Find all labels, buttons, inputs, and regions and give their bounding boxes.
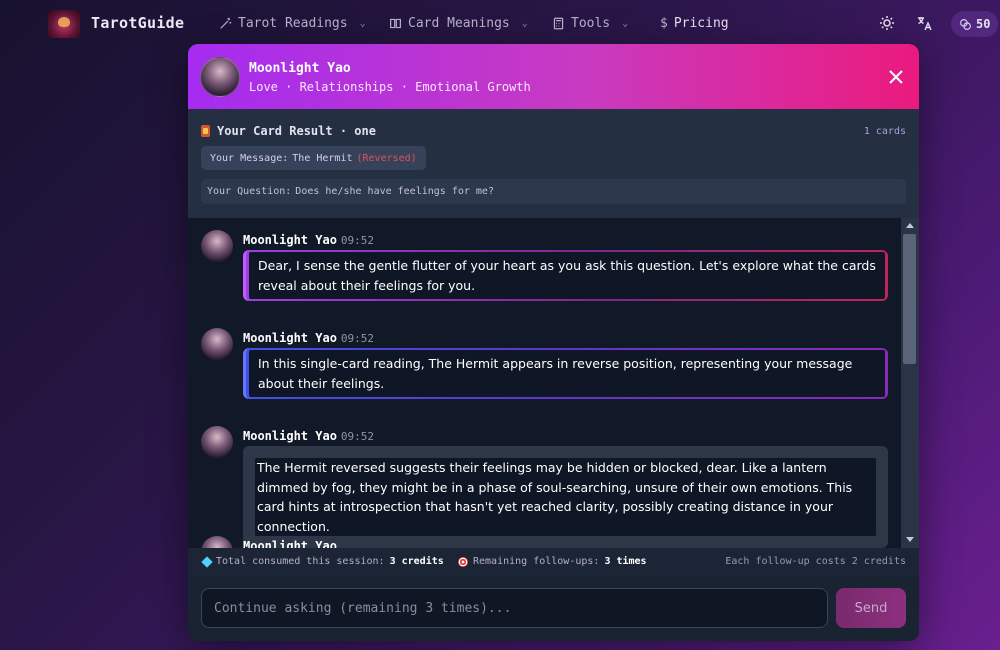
author-name: Moonlight Yao xyxy=(243,539,337,548)
avatar xyxy=(201,328,233,360)
followups-value: 3 times xyxy=(604,556,647,567)
reader-tags: Love · Relationships · Emotional Growth xyxy=(249,80,531,94)
message-author: Moonlight Yao xyxy=(243,539,337,548)
card-count: 1 cards xyxy=(863,126,906,137)
close-button[interactable] xyxy=(886,67,906,87)
nav-item-label: Tarot Readings xyxy=(238,16,348,31)
message-author: Moonlight Yao 09:52 xyxy=(243,233,374,247)
author-name: Moonlight Yao xyxy=(243,429,337,443)
top-nav: TarotGuide Tarot Readings ⌄ Card Meaning… xyxy=(0,0,1000,48)
message-bubble: The Hermit reversed suggests their feeli… xyxy=(243,446,888,548)
message-author: Moonlight Yao 09:52 xyxy=(243,429,374,443)
chat-thread[interactable]: Moonlight Yao 09:52 Dear, I sense the gen… xyxy=(188,218,901,548)
avatar xyxy=(201,230,233,262)
message-text: The Hermit reversed suggests their feeli… xyxy=(255,458,876,536)
consumed-stat: Total consumed this session: 3 credits xyxy=(201,555,444,568)
message-bubble: In this single-card reading, The Hermit … xyxy=(243,348,888,399)
card-message-label: Your Message: xyxy=(210,152,289,164)
message-time: 09:52 xyxy=(340,332,375,345)
avatar xyxy=(201,426,233,458)
brand-name[interactable]: TarotGuide xyxy=(91,14,184,32)
calculator-icon xyxy=(553,17,564,30)
nav-item-label: Pricing xyxy=(673,16,729,31)
tarot-card-icon xyxy=(201,125,210,137)
nav-item-label: Tools xyxy=(571,16,611,31)
nav-item-tarot-readings[interactable]: Tarot Readings ⌄ xyxy=(219,16,366,31)
chevron-down-icon: ⌄ xyxy=(359,18,366,29)
cost-note: Each follow-up costs 2 credits xyxy=(725,556,906,567)
card-result-title: Your Card Result · one xyxy=(201,124,376,138)
message-time: 09:52 xyxy=(340,234,375,247)
reader-header: Moonlight Yao Love · Relationships · Emo… xyxy=(188,44,919,109)
author-name: Moonlight Yao xyxy=(243,233,337,247)
followups-label: Remaining follow-ups: xyxy=(473,556,600,567)
message-bubble: Dear, I sense the gentle flutter of your… xyxy=(243,250,888,301)
nav-item-label: Card Meanings xyxy=(408,16,510,31)
question-label: Your Question: xyxy=(207,186,292,197)
nav-item-pricing[interactable]: $ Pricing xyxy=(660,16,729,31)
scroll-up-icon[interactable] xyxy=(906,223,914,228)
message-time: 09:52 xyxy=(340,430,375,443)
translate-icon[interactable] xyxy=(916,15,932,31)
credits-count: 50 xyxy=(976,17,991,31)
question-box: Your Question: Does he/she have feelings… xyxy=(201,179,906,204)
coins-icon xyxy=(960,18,971,30)
scroll-thumb[interactable] xyxy=(903,234,916,364)
wand-icon xyxy=(220,17,232,29)
follow-up-input[interactable] xyxy=(201,588,828,628)
session-stats: Total consumed this session: 3 credits R… xyxy=(188,548,919,576)
sun-icon[interactable] xyxy=(879,15,895,31)
chevron-down-icon: ⌄ xyxy=(521,18,528,29)
message-text: Dear, I sense the gentle flutter of your… xyxy=(249,252,885,299)
nav-item-card-meanings[interactable]: Card Meanings ⌄ xyxy=(389,16,528,31)
question-text: Does he/she have feelings for me? xyxy=(295,186,494,197)
card-orientation: (Reversed) xyxy=(356,152,417,164)
consumed-label: Total consumed this session: xyxy=(216,556,385,567)
followups-stat: Remaining follow-ups: 3 times xyxy=(458,556,647,567)
credits-badge[interactable]: 50 xyxy=(951,11,999,37)
author-name: Moonlight Yao xyxy=(243,331,337,345)
consumed-value: 3 credits xyxy=(389,556,444,567)
card-message-chip: Your Message: The Hermit (Reversed) xyxy=(201,146,426,170)
card-result-title-text: Your Card Result · one xyxy=(217,124,376,138)
message-author: Moonlight Yao 09:52 xyxy=(243,331,374,345)
scroll-down-icon[interactable] xyxy=(906,537,914,542)
chevron-down-icon: ⌄ xyxy=(622,18,629,29)
nav-item-tools[interactable]: Tools ⌄ xyxy=(552,16,628,31)
reader-avatar xyxy=(200,57,240,97)
card-result-panel: Your Card Result · one 1 cards Your Mess… xyxy=(188,109,919,218)
book-icon xyxy=(390,18,401,29)
send-button[interactable]: Send xyxy=(836,588,906,628)
dollar-icon: $ xyxy=(660,16,668,31)
card-name: The Hermit xyxy=(292,152,353,164)
avatar xyxy=(201,536,233,548)
reading-modal: Moonlight Yao Love · Relationships · Emo… xyxy=(188,44,919,641)
reader-name: Moonlight Yao xyxy=(249,61,351,76)
chat-scrollbar[interactable] xyxy=(901,218,919,548)
logo-icon[interactable] xyxy=(48,10,80,38)
composer: Send xyxy=(188,576,919,641)
close-icon xyxy=(889,70,903,84)
message-text: In this single-card reading, The Hermit … xyxy=(249,350,885,397)
target-icon xyxy=(458,556,468,567)
diamond-icon xyxy=(201,555,213,568)
